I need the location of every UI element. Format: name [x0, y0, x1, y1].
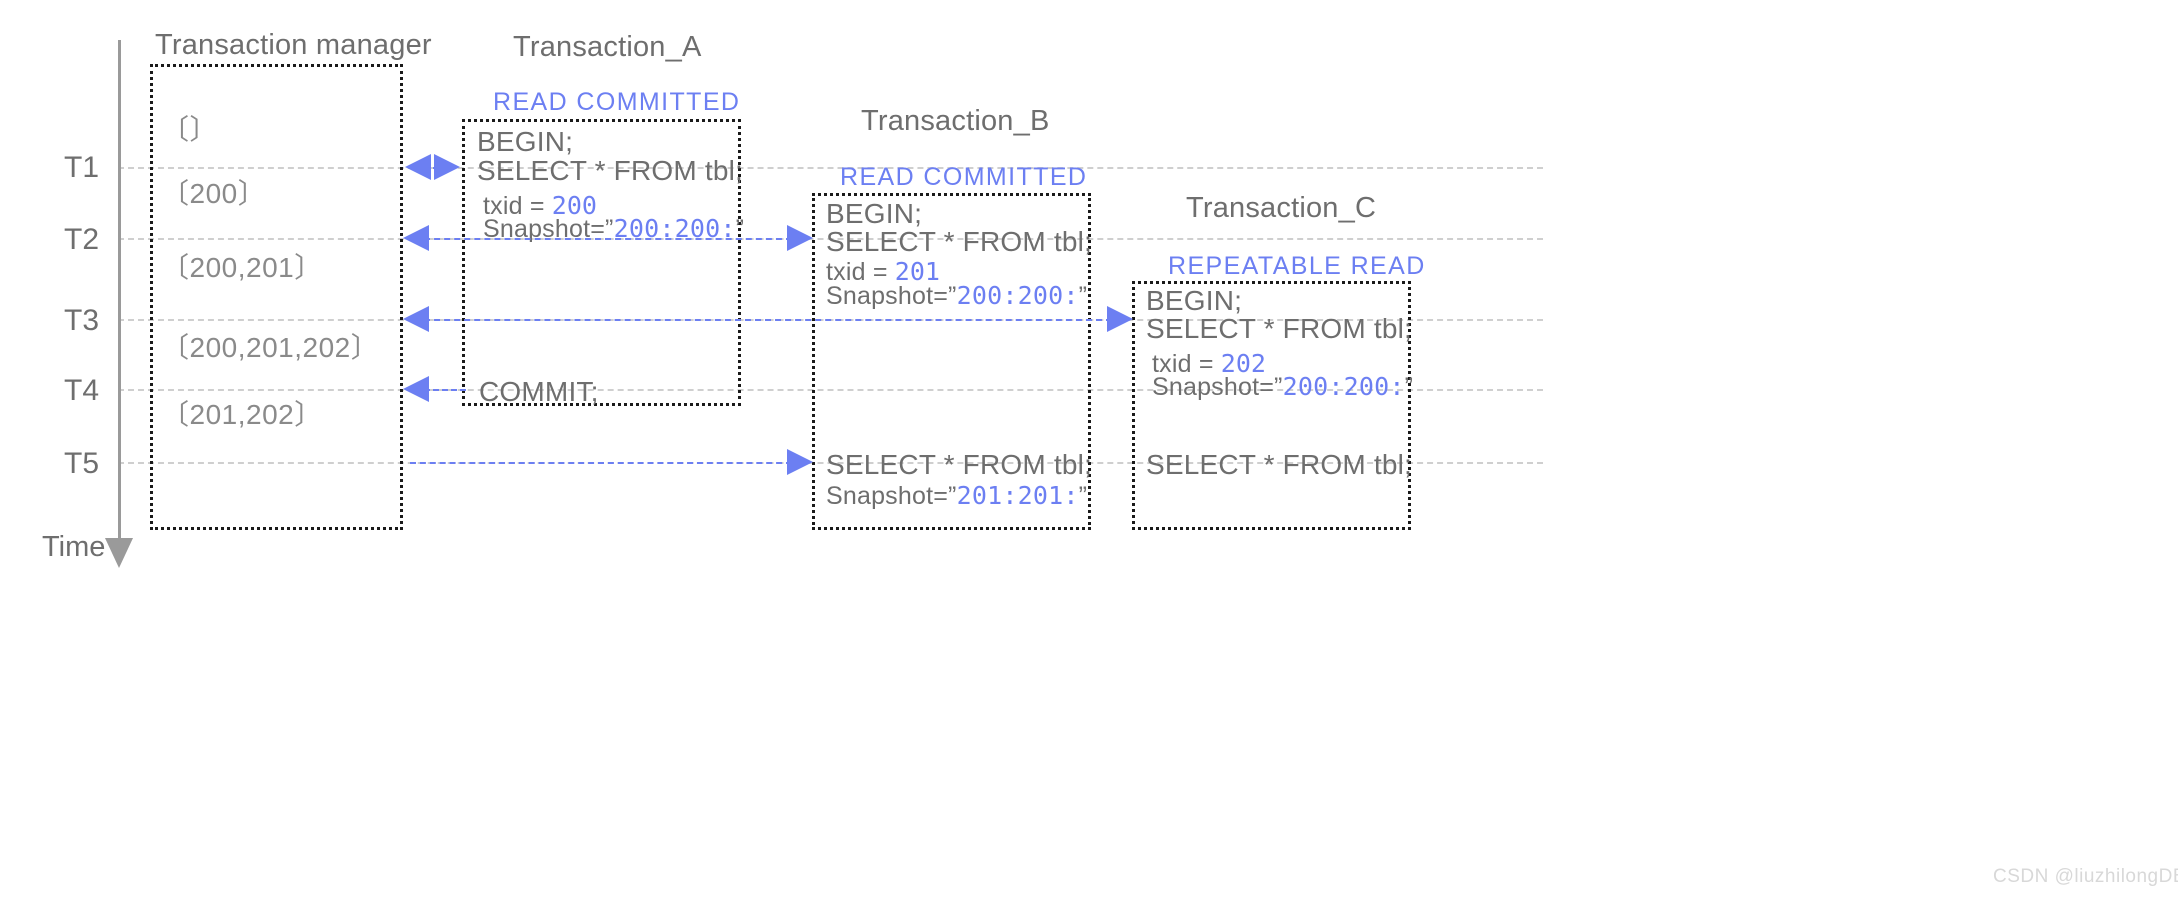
transaction-c-snapshot-close: ”: [1404, 373, 1414, 401]
transaction-c-snapshot: Snapshot=”200:200:”: [1152, 370, 1413, 402]
connector-t1-arrowhead-right-icon: [434, 154, 460, 180]
transaction-b-snapshot: Snapshot=”200:200:”: [826, 279, 1087, 311]
diagram-canvas: Time T1 T2 T3 T4 T5 Transaction manager …: [0, 0, 2178, 904]
transaction-manager-snapshot-0: 〔〕: [161, 114, 219, 145]
connector-t2-line: [424, 238, 792, 240]
transaction-b-snapshot-label: Snapshot=”: [826, 282, 957, 310]
transaction-b-isolation-level: READ COMMITTED: [840, 163, 1088, 191]
transaction-b-snapshot-value: 200:200:: [956, 281, 1079, 310]
time-tick-t5: T5: [64, 447, 100, 480]
connector-t2-arrowhead-right-icon: [787, 225, 813, 251]
transaction-b-title: Transaction_B: [861, 105, 1050, 137]
transaction-c-title: Transaction_C: [1186, 192, 1377, 224]
connector-t3-arrowhead-left-icon: [403, 306, 429, 332]
connector-t5-line: [410, 462, 792, 464]
time-axis-line: [118, 40, 121, 540]
transaction-manager-snapshot-4: 〔201,202〕: [161, 399, 323, 430]
transaction-c-snapshot-value: 200:200:: [1282, 372, 1405, 401]
time-tick-t1: T1: [64, 151, 100, 184]
transaction-a-statement-0: BEGIN;: [477, 126, 574, 157]
time-axis-label: Time: [42, 531, 106, 563]
transaction-c-snapshot-label: Snapshot=”: [1152, 373, 1283, 401]
transaction-b-later-snapshot-label: Snapshot=”: [826, 482, 957, 510]
time-axis-arrow-icon: [105, 538, 133, 568]
transaction-b-later-snapshot: Snapshot=”201:201:”: [826, 479, 1087, 511]
time-tick-t2: T2: [64, 223, 100, 256]
connector-t1-arrowhead-left-icon: [405, 154, 431, 180]
time-tick-t3: T3: [64, 304, 100, 337]
transaction-b-later-snapshot-value: 201:201:: [956, 481, 1079, 510]
connector-t3-arrowhead-right-icon: [1107, 306, 1133, 332]
connector-t5-arrowhead-right-icon: [787, 449, 813, 475]
transaction-manager-snapshot-1: 〔200〕: [161, 178, 267, 209]
transaction-a-commit: COMMIT;: [479, 376, 599, 407]
transaction-manager-snapshot-3: 〔200,201,202〕: [161, 332, 380, 363]
connector-t4-arrowhead-left-icon: [403, 376, 429, 402]
time-tick-t4: T4: [64, 374, 100, 407]
transaction-c-isolation-level: REPEATABLE READ: [1168, 252, 1426, 280]
connector-t4-line: [424, 389, 466, 391]
transaction-b-snapshot-close: ”: [1078, 282, 1088, 310]
transaction-a-title: Transaction_A: [513, 31, 702, 63]
transaction-b-later-snapshot-close: ”: [1078, 482, 1088, 510]
transaction-a-statement-1: SELECT * FROM tbl;: [477, 155, 744, 186]
connector-t2-arrowhead-left-icon: [403, 225, 429, 251]
transaction-c-later-statement: SELECT * FROM tbl;: [1146, 449, 1413, 480]
transaction-manager-snapshot-2: 〔200,201〕: [161, 252, 323, 283]
watermark: CSDN @liuzhilongDBA: [1993, 866, 2178, 887]
transaction-manager-title: Transaction manager: [155, 29, 432, 61]
transaction-c-statement-1: SELECT * FROM tbl;: [1146, 313, 1413, 344]
transaction-a-isolation-level: READ COMMITTED: [493, 88, 741, 116]
connector-t3-line: [424, 319, 1112, 321]
transaction-b-statement-1: SELECT * FROM tbl;: [826, 226, 1093, 257]
transaction-b-later-statement: SELECT * FROM tbl;: [826, 449, 1093, 480]
